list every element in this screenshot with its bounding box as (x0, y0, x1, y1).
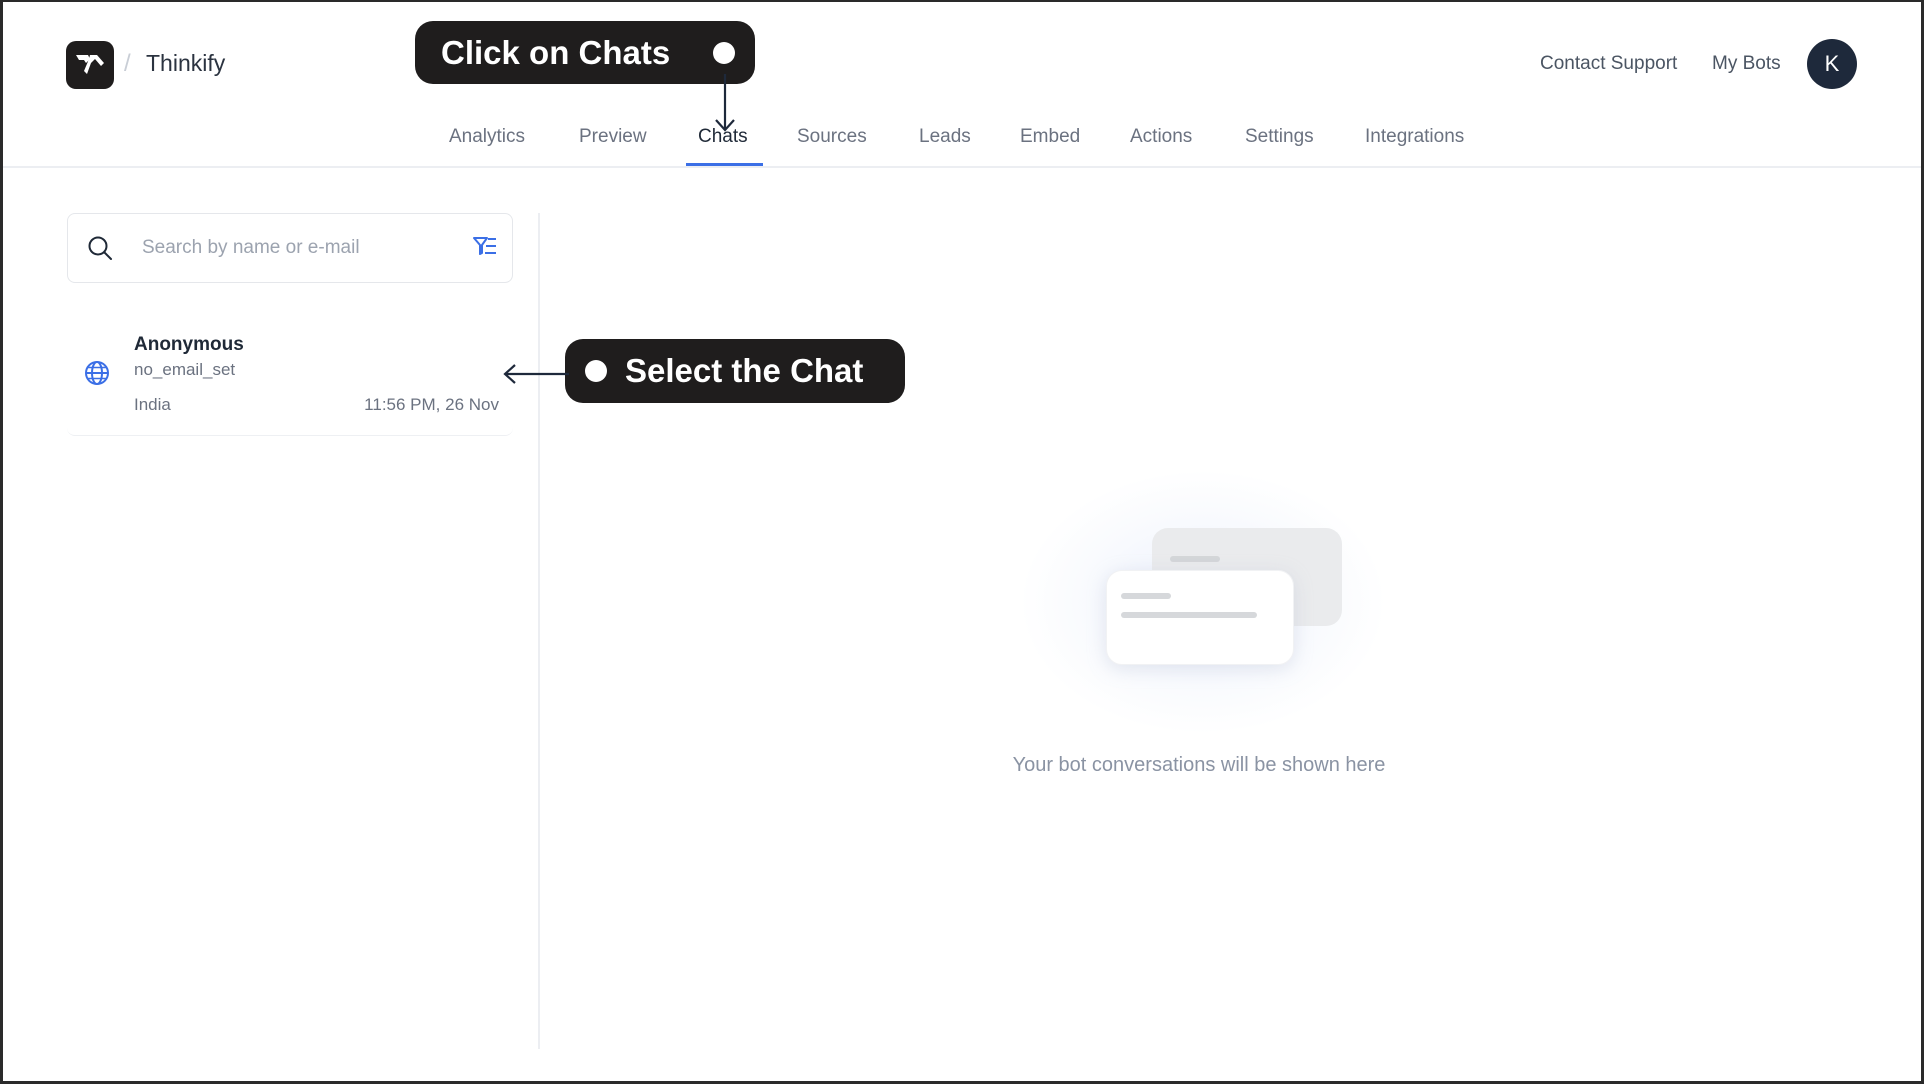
search-input[interactable] (142, 234, 442, 262)
tab-preview[interactable]: Preview (579, 126, 647, 148)
search-icon (86, 234, 114, 262)
callout-select-chat: Select the Chat (565, 339, 905, 403)
tab-leads[interactable]: Leads (919, 126, 971, 148)
empty-state-message: Your bot conversations will be shown her… (1012, 754, 1386, 776)
nav-tabs: Analytics Preview Chats Sources Leads Em… (3, 126, 1921, 166)
header-divider (3, 166, 1921, 168)
tab-settings[interactable]: Settings (1245, 126, 1314, 148)
callout-click-chats: Click on Chats (415, 21, 755, 84)
chat-illustration-front-card (1106, 570, 1294, 665)
contact-support-link[interactable]: Contact Support (1540, 53, 1677, 75)
tab-actions[interactable]: Actions (1130, 126, 1192, 148)
my-bots-link[interactable]: My Bots (1712, 53, 1781, 75)
user-avatar[interactable]: K (1807, 39, 1857, 89)
chat-email: no_email_set (134, 360, 236, 379)
callout-dot (585, 360, 607, 382)
brand-name[interactable]: Thinkify (146, 50, 225, 77)
callout-click-chats-text: Click on Chats (441, 33, 671, 71)
tab-sources[interactable]: Sources (797, 126, 867, 148)
search-box (67, 213, 513, 283)
callout-dot (713, 42, 735, 64)
chat-list-item[interactable]: Anonymous no_email_set India 11:56 PM, 2… (67, 320, 513, 436)
panel-divider (538, 213, 540, 1049)
chat-country: India (134, 395, 171, 414)
callout-select-chat-text: Select the Chat (625, 352, 864, 389)
tab-analytics[interactable]: Analytics (449, 126, 525, 148)
arrow-left-icon (503, 364, 569, 384)
tab-integrations[interactable]: Integrations (1365, 126, 1464, 148)
avatar-initial: K (1824, 51, 1840, 76)
arrow-down-icon (715, 74, 735, 132)
chat-name: Anonymous (134, 334, 244, 355)
app-window: / Thinkify Contact Support My Bots K Ana… (3, 2, 1921, 1081)
filter-list-icon[interactable] (472, 234, 498, 260)
breadcrumb-separator: / (124, 50, 131, 77)
globe-icon (84, 360, 110, 386)
chat-timestamp: 11:56 PM, 26 Nov (364, 395, 499, 414)
thinkify-logo-icon[interactable] (66, 41, 114, 89)
tab-embed[interactable]: Embed (1020, 126, 1080, 148)
